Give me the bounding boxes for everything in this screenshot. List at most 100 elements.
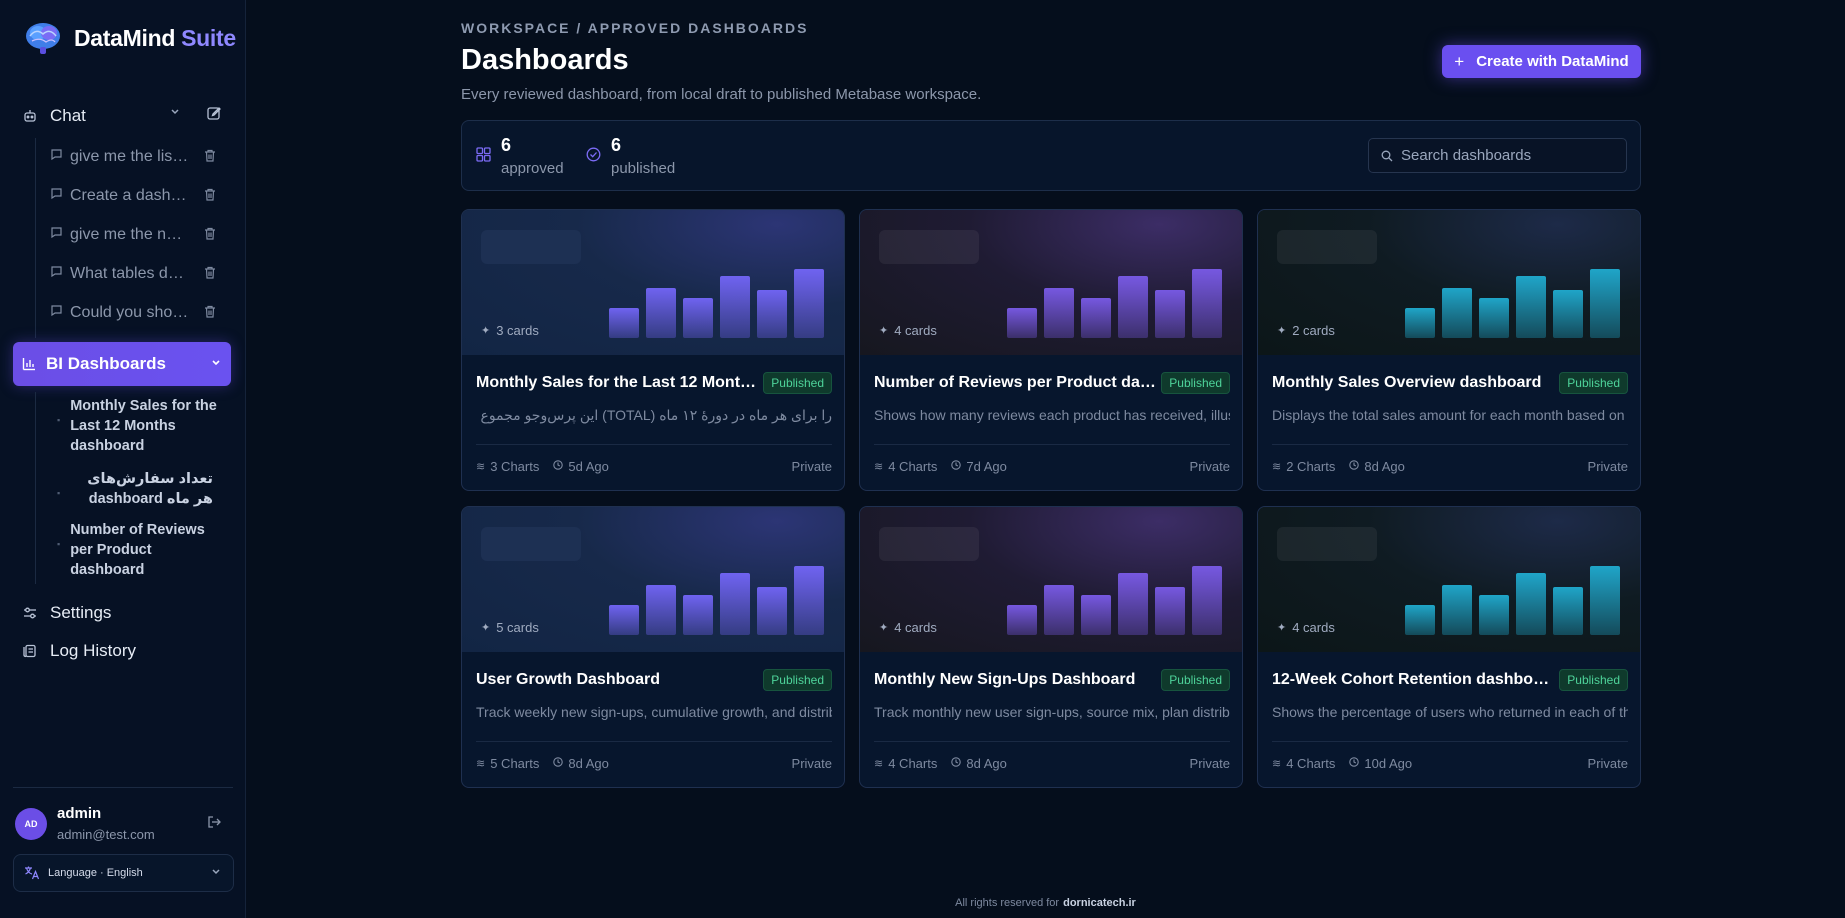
trash-icon[interactable] — [204, 305, 216, 323]
preview-bar — [1155, 290, 1185, 338]
preview-bar — [757, 290, 787, 338]
card-description: Displays the total sales amount for each… — [1272, 407, 1628, 423]
stat-published-label: published — [611, 160, 676, 177]
breadcrumb: WORKSPACE / APPROVED DASHBOARDS — [461, 20, 809, 36]
preview-bars — [609, 566, 824, 635]
card-title[interactable]: Number of Reviews per Product dashboard — [874, 374, 1156, 392]
chat-thread-item[interactable]: give me the list of — [50, 146, 230, 168]
bullet-icon: ▪ — [57, 539, 61, 549]
preview-bar — [1553, 587, 1583, 635]
user-profile[interactable]: AD admin admin@test.com — [15, 805, 155, 842]
card-age: 8d Ago — [951, 756, 1007, 771]
card-title[interactable]: Monthly Sales Overview dashboard — [1272, 374, 1554, 392]
layers-icon: ≋ — [874, 758, 884, 770]
card-age-label: 8d Ago — [966, 756, 1007, 771]
preview-bar — [1553, 290, 1583, 338]
preview-bar — [1590, 269, 1620, 338]
card-count-label: 4 cards — [894, 620, 937, 635]
chevron-down-icon[interactable] — [211, 357, 221, 371]
layers-icon: ≋ — [476, 461, 486, 473]
trash-icon[interactable] — [204, 227, 216, 245]
chevron-down-icon[interactable] — [170, 106, 180, 120]
preview-bar — [720, 276, 750, 338]
message-icon — [50, 226, 64, 244]
card-preview: ✦ 2 cards — [1258, 210, 1640, 355]
bar-chart-icon — [22, 357, 36, 371]
thread-guide-line — [35, 138, 36, 338]
search-input[interactable] — [1401, 147, 1611, 164]
card-age-label: 7d Ago — [966, 459, 1007, 474]
dashboard-card[interactable]: ✦ 3 cards Monthly Sales for the Last 12 … — [461, 209, 845, 491]
preview-bar — [1192, 566, 1222, 635]
stat-approved-value: 6 — [501, 135, 512, 155]
card-age: 8d Ago — [553, 756, 609, 771]
card-count: ✦ 4 cards — [1277, 620, 1335, 635]
language-select[interactable]: Language · English — [13, 854, 234, 892]
trash-icon[interactable] — [204, 266, 216, 284]
card-count: ✦ 4 cards — [879, 323, 937, 338]
sparkle-icon: ✦ — [481, 325, 491, 337]
user-email: admin@test.com — [57, 827, 155, 842]
chat-thread-item[interactable]: Could you show me — [50, 302, 230, 324]
sidebar-dashboard-item[interactable]: ▪ Monthly Sales for the Last 12 Months d… — [57, 396, 227, 456]
dashboard-card[interactable]: ✦ 4 cards 12-Week Cohort Retention dashb… — [1257, 506, 1641, 788]
chat-thread-item[interactable]: What tables do I have — [50, 263, 230, 285]
nav-bi-dashboards-label: BI Dashboards — [46, 354, 166, 373]
card-description: Shows how many reviews each product has … — [874, 407, 1230, 423]
language-label: Language · English — [48, 867, 143, 879]
sparkle-icon: ✦ — [1277, 325, 1287, 337]
card-charts: 4 Charts — [888, 756, 938, 771]
trash-icon[interactable] — [204, 188, 216, 206]
nav-settings[interactable]: Settings — [22, 603, 230, 623]
nav-chat[interactable]: Chat — [22, 106, 230, 126]
preview-bar — [1516, 573, 1546, 635]
card-visibility: Private — [1189, 459, 1230, 474]
search-box[interactable] — [1368, 138, 1627, 173]
chat-thread-item[interactable]: give me the number — [50, 224, 230, 246]
logout-icon[interactable] — [207, 815, 221, 834]
nav-bi-dashboards[interactable]: BI Dashboards — [13, 342, 231, 386]
card-title[interactable]: 12-Week Cohort Retention dashboard — [1272, 671, 1554, 689]
sidebar-dashboard-item[interactable]: ▪ تعداد سفارش‌های هر ماه dashboard — [57, 469, 227, 509]
card-footer: ≋ 3 Charts 5d Ago Private — [476, 459, 832, 474]
sidebar-dashboard-title: Monthly Sales for the Last 12 Months das… — [70, 398, 217, 454]
chat-thread-item[interactable]: Create a dashboard — [50, 185, 230, 207]
preview-bar — [1081, 595, 1111, 635]
brand[interactable]: DataMind Suite — [22, 20, 236, 56]
card-title[interactable]: Monthly Sales for the Last 12 Months das… — [476, 374, 758, 392]
card-preview: ✦ 4 cards — [860, 210, 1242, 355]
dashboard-card[interactable]: ✦ 4 cards Number of Reviews per Product … — [859, 209, 1243, 491]
card-age-label: 8d Ago — [568, 756, 609, 771]
preview-bar — [1192, 269, 1222, 338]
preview-bar — [1442, 288, 1472, 338]
clock-icon — [1349, 460, 1360, 473]
preview-placeholder — [1277, 527, 1377, 561]
sidebar-dashboard-item[interactable]: ▪ Number of Reviews per Product dashboar… — [57, 520, 227, 580]
nav-settings-label: Settings — [50, 603, 112, 622]
dashboard-card[interactable]: ✦ 2 cards Monthly Sales Overview dashboa… — [1257, 209, 1641, 491]
new-chat-icon[interactable] — [206, 105, 222, 121]
card-count: ✦ 3 cards — [481, 323, 539, 338]
nav-log-history[interactable]: Log History — [22, 641, 230, 661]
dashboard-card[interactable]: ✦ 5 cards User Growth Dashboard Publishe… — [461, 506, 845, 788]
card-charts: 2 Charts — [1286, 459, 1336, 474]
copyright-text: All rights reserved for — [955, 897, 1060, 909]
preview-bar — [1442, 585, 1472, 635]
status-badge: Published — [1161, 669, 1230, 691]
card-age: 10d Ago — [1349, 756, 1412, 771]
card-title[interactable]: Monthly New Sign-Ups Dashboard — [874, 671, 1156, 689]
card-footer: ≋ 4 Charts 10d Ago Private — [1272, 756, 1628, 771]
sidebar: DataMind Suite Chat give me the list of C… — [0, 0, 246, 918]
card-title[interactable]: User Growth Dashboard — [476, 671, 758, 689]
preview-bar — [1479, 595, 1509, 635]
preview-bar — [646, 585, 676, 635]
preview-bar — [757, 587, 787, 635]
preview-bar — [683, 595, 713, 635]
card-divider — [1272, 444, 1628, 445]
copyright-link[interactable]: dornicatech.ir — [1063, 897, 1136, 909]
chat-thread-title: Could you show me — [70, 304, 190, 321]
dashboard-card[interactable]: ✦ 4 cards Monthly New Sign-Ups Dashboard… — [859, 506, 1243, 788]
create-dashboard-button[interactable]: + Create with DataMind — [1442, 45, 1641, 78]
preview-bars — [1007, 269, 1222, 338]
trash-icon[interactable] — [204, 149, 216, 167]
